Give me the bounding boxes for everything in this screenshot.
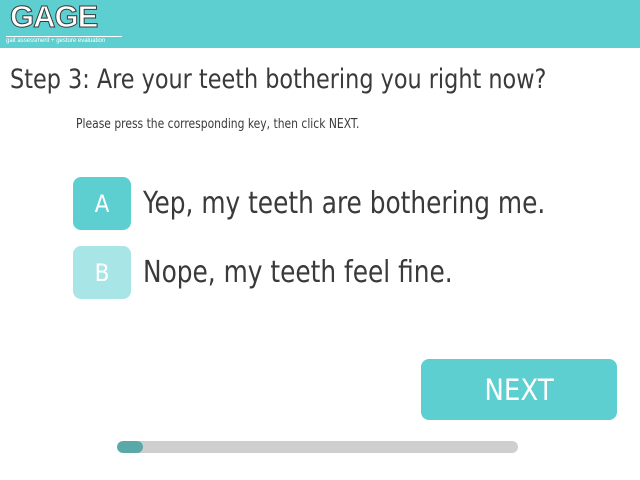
progress-fill: [117, 441, 144, 453]
logo-wordmark: GAGE: [9, 0, 98, 35]
next-button[interactable]: NEXT: [421, 359, 617, 420]
option-a-label: Yep, my teeth are bothering me.: [143, 186, 546, 221]
header-bar: GAGE gait assessment + gesture evaluatio…: [0, 0, 640, 48]
progress-bar: [117, 441, 518, 453]
logo-tagline: gait assessment + gesture evaluation: [6, 38, 106, 44]
survey-page: GAGE gait assessment + gesture evaluatio…: [0, 0, 640, 480]
gage-logo: GAGE gait assessment + gesture evaluatio…: [6, 0, 126, 46]
option-a[interactable]: A Yep, my teeth are bothering me.: [73, 177, 593, 230]
question-instruction: Please press the corresponding key, then…: [76, 117, 360, 132]
logo-divider: [6, 36, 122, 37]
option-b-key[interactable]: B: [73, 246, 131, 299]
option-a-key[interactable]: A: [73, 177, 131, 230]
question-title: Step 3: Are your teeth bothering you rig…: [10, 64, 547, 95]
option-b-label: Nope, my teeth feel fine.: [143, 255, 453, 290]
option-b[interactable]: B Nope, my teeth feel fine.: [73, 246, 593, 299]
